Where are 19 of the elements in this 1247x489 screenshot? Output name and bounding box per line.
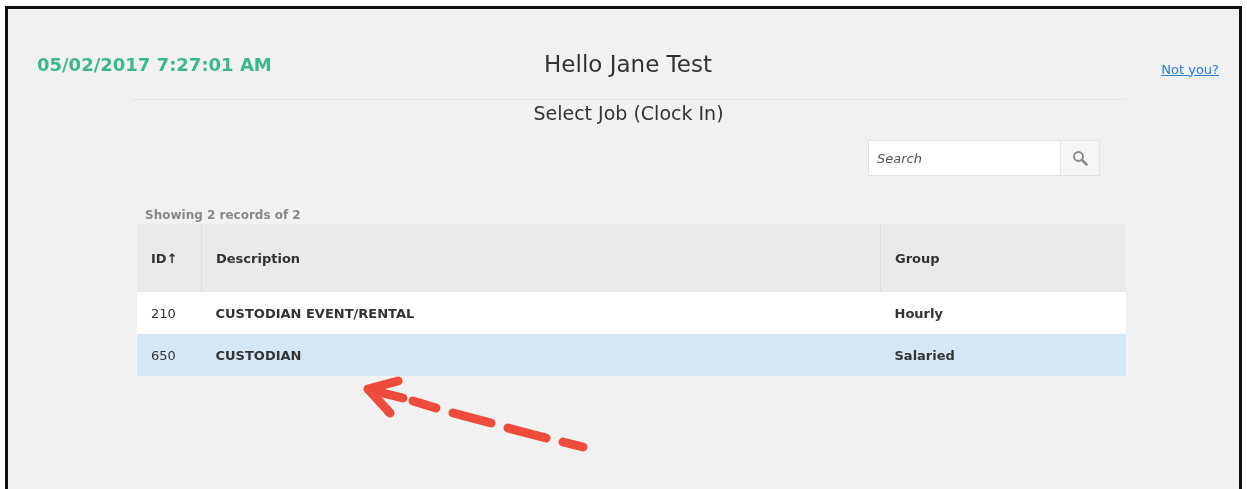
not-you-link[interactable]: Not you?	[1161, 61, 1219, 77]
column-header[interactable]: Group	[880, 224, 1126, 292]
table-cell: 210	[137, 292, 202, 334]
sort-arrow-icon: ↑	[166, 250, 178, 266]
table-cell: Salaried	[880, 334, 1126, 376]
search-icon	[1072, 150, 1088, 166]
table-cell: CUSTODIAN	[201, 334, 881, 376]
column-header[interactable]: ID↑	[137, 224, 202, 292]
clock-timestamp: 05/02/2017 7:27:01 AM	[37, 53, 273, 75]
table-cell: CUSTODIAN EVENT/RENTAL	[201, 292, 881, 334]
greeting-heading: Hello Jane Test	[544, 51, 712, 77]
page-subtitle: Select Job (Clock In)	[532, 102, 725, 124]
table-cell: Hourly	[880, 292, 1126, 334]
records-summary: Showing 2 records of 2	[145, 208, 302, 222]
search-field[interactable]: Search	[868, 140, 1060, 176]
column-header[interactable]: Description	[201, 224, 881, 292]
job-row[interactable]: 210 CUSTODIAN EVENT/RENTAL Hourly	[137, 292, 1126, 334]
search-button[interactable]	[1060, 140, 1100, 176]
table-cell: 650	[137, 334, 202, 376]
